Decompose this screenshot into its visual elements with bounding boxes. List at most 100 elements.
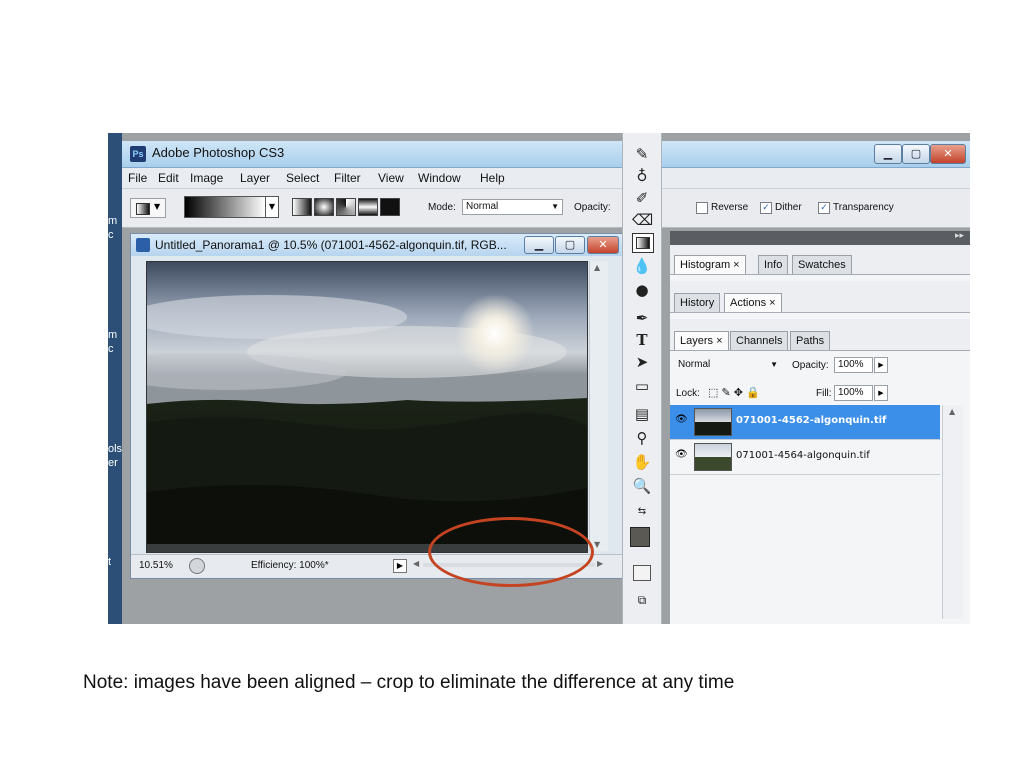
eraser-icon[interactable]: ⌫ [632, 211, 653, 229]
chevron-down-icon: ▼ [154, 202, 161, 211]
scroll-up-icon[interactable]: ▲ [594, 263, 600, 272]
desktop-text: m [108, 215, 118, 227]
tab-layers[interactable]: Layers × [674, 331, 729, 350]
menu-layer[interactable]: Layer [240, 171, 270, 185]
shape-icon[interactable]: ▭ [632, 377, 652, 395]
image-canvas[interactable] [146, 261, 588, 553]
layer-opacity-input[interactable]: 100% [834, 357, 873, 373]
tab-info[interactable]: Info [758, 255, 789, 274]
scroll-down-icon[interactable]: ▼ [594, 540, 600, 549]
tab-channels[interactable]: Channels [730, 331, 789, 350]
zoom-level[interactable]: 10.51% [139, 560, 173, 571]
tab-history[interactable]: History [674, 293, 721, 312]
opacity-slider-icon[interactable]: ▶ [874, 357, 888, 373]
foreground-color-swatch[interactable] [630, 527, 650, 547]
efficiency-status: Efficiency: 100%* [251, 560, 329, 571]
highlight-ellipse [428, 517, 594, 587]
layer-thumbnail [694, 443, 732, 471]
type-icon[interactable]: T [632, 331, 652, 349]
close-button[interactable]: ✕ [930, 144, 966, 164]
scroll-left-icon[interactable]: ◀ [413, 559, 419, 568]
scroll-up-icon[interactable]: ▲ [949, 407, 955, 416]
screen-mode-icon[interactable]: ⧉ [632, 591, 652, 609]
slide-note: Note: images have been aligned – crop to… [83, 672, 735, 693]
radial-gradient-button[interactable] [314, 198, 334, 216]
maximize-button[interactable]: ▢ [902, 144, 930, 164]
doc-maximize-button[interactable]: ▢ [555, 236, 585, 254]
menu-image[interactable]: Image [190, 171, 223, 185]
fill-input[interactable]: 100% [834, 385, 873, 401]
menu-filter[interactable]: Filter [334, 171, 361, 185]
menu-file[interactable]: File [128, 171, 147, 185]
tools-palette: ✎ ♁ ✐ ⌫ 💧 ● ✒ T ➤ ▭ ▤ ⚲ ✋ 🔍 ⇆ ⧉ [622, 133, 662, 624]
panels-dock: ▸▸ Histogram × Info Swatches History Act… [670, 231, 970, 624]
menu-window[interactable]: Window [418, 171, 461, 185]
document-title-bar: Untitled_Panorama1 @ 10.5% (071001-4562-… [131, 234, 625, 256]
tab-swatches[interactable]: Swatches [792, 255, 852, 274]
swap-colors-icon[interactable]: ⇆ [632, 503, 652, 521]
menu-view[interactable]: View [378, 171, 404, 185]
path-selection-icon[interactable]: ➤ [632, 353, 652, 371]
gradient-picker[interactable] [184, 196, 266, 218]
mode-select-value: Normal [466, 201, 499, 212]
status-menu-icon[interactable] [189, 558, 205, 574]
eyedropper-icon[interactable]: ⚲ [632, 429, 652, 447]
menu-help[interactable]: Help [480, 171, 505, 185]
zoom-icon[interactable]: 🔍 [632, 477, 652, 495]
menu-select[interactable]: Select [286, 171, 319, 185]
linear-gradient-button[interactable] [292, 198, 312, 216]
dither-checkbox[interactable]: ✓ [760, 202, 772, 214]
tab-paths[interactable]: Paths [790, 331, 831, 350]
layer-opacity-label: Opacity: [792, 360, 829, 371]
menu-bar: File Edit Image Layer Select Filter View… [122, 168, 970, 189]
panorama-image [147, 262, 587, 552]
vertical-scrollbar[interactable]: ▲ ▼ [589, 261, 608, 551]
scroll-right-icon[interactable]: ▶ [597, 559, 603, 568]
gradient-icon[interactable] [632, 233, 654, 253]
layers-scrollbar[interactable]: ▲ [942, 405, 963, 619]
layer-row-selected[interactable]: 👁 071001-4562-algonquin.tif [670, 405, 940, 440]
hand-icon[interactable]: ✋ [632, 453, 652, 471]
visibility-eye-icon[interactable]: 👁 [675, 415, 688, 425]
clone-stamp-icon[interactable]: ♁ [632, 167, 652, 185]
chevron-down-icon: ▼ [770, 360, 778, 369]
panels-header-bar: ▸▸ [670, 231, 970, 245]
doc-minimize-button[interactable]: ▁ [524, 236, 554, 254]
lock-pixels-icon[interactable]: ⬚ ✎ ✥ 🔒 [708, 386, 760, 399]
history-brush-icon[interactable]: ✐ [632, 189, 652, 207]
blur-icon[interactable]: 💧 [632, 257, 652, 275]
diamond-gradient-button[interactable] [380, 198, 400, 216]
minimize-button[interactable]: ▁ [874, 144, 902, 164]
gradient-tool-icon [136, 203, 150, 215]
layer-row[interactable]: 👁 071001-4564-algonquin.tif [670, 440, 940, 475]
collapse-panels-icon[interactable]: ▸▸ [955, 231, 964, 241]
pen-icon[interactable]: ✒ [632, 309, 652, 327]
mode-label: Mode: [428, 202, 456, 213]
fill-slider-icon[interactable]: ▶ [874, 385, 888, 401]
blend-mode-select[interactable]: Normal ▼ [674, 357, 781, 373]
opacity-label: Opacity: [574, 202, 611, 213]
tool-preset-picker[interactable]: ▼ [130, 198, 166, 218]
dodge-icon[interactable]: ● [632, 281, 652, 299]
gradient-dropdown-icon[interactable]: ▼ [265, 196, 279, 218]
tab-actions[interactable]: Actions × [724, 293, 782, 312]
reverse-checkbox[interactable] [696, 202, 708, 214]
notes-icon[interactable]: ▤ [632, 405, 652, 423]
reflected-gradient-button[interactable] [358, 198, 378, 216]
menu-edit[interactable]: Edit [158, 171, 179, 185]
panel-group-histogram [670, 274, 970, 281]
doc-close-button[interactable]: ✕ [587, 236, 619, 254]
quick-mask-icon[interactable] [633, 565, 651, 581]
mode-select[interactable]: Normal ▼ [462, 199, 563, 215]
brush-icon[interactable]: ✎ [632, 145, 652, 163]
angle-gradient-button[interactable] [336, 198, 356, 216]
options-bar-continuation [662, 193, 670, 223]
transparency-checkbox[interactable]: ✓ [818, 202, 830, 214]
visibility-eye-icon[interactable]: 👁 [675, 450, 688, 460]
layer-name: 071001-4564-algonquin.tif [736, 450, 870, 461]
transparency-label: Transparency [833, 202, 894, 213]
tab-histogram[interactable]: Histogram × [674, 255, 746, 274]
desktop-text: ols [108, 443, 122, 455]
status-arrow-icon[interactable]: ▶ [393, 559, 407, 573]
document-icon [136, 238, 150, 252]
